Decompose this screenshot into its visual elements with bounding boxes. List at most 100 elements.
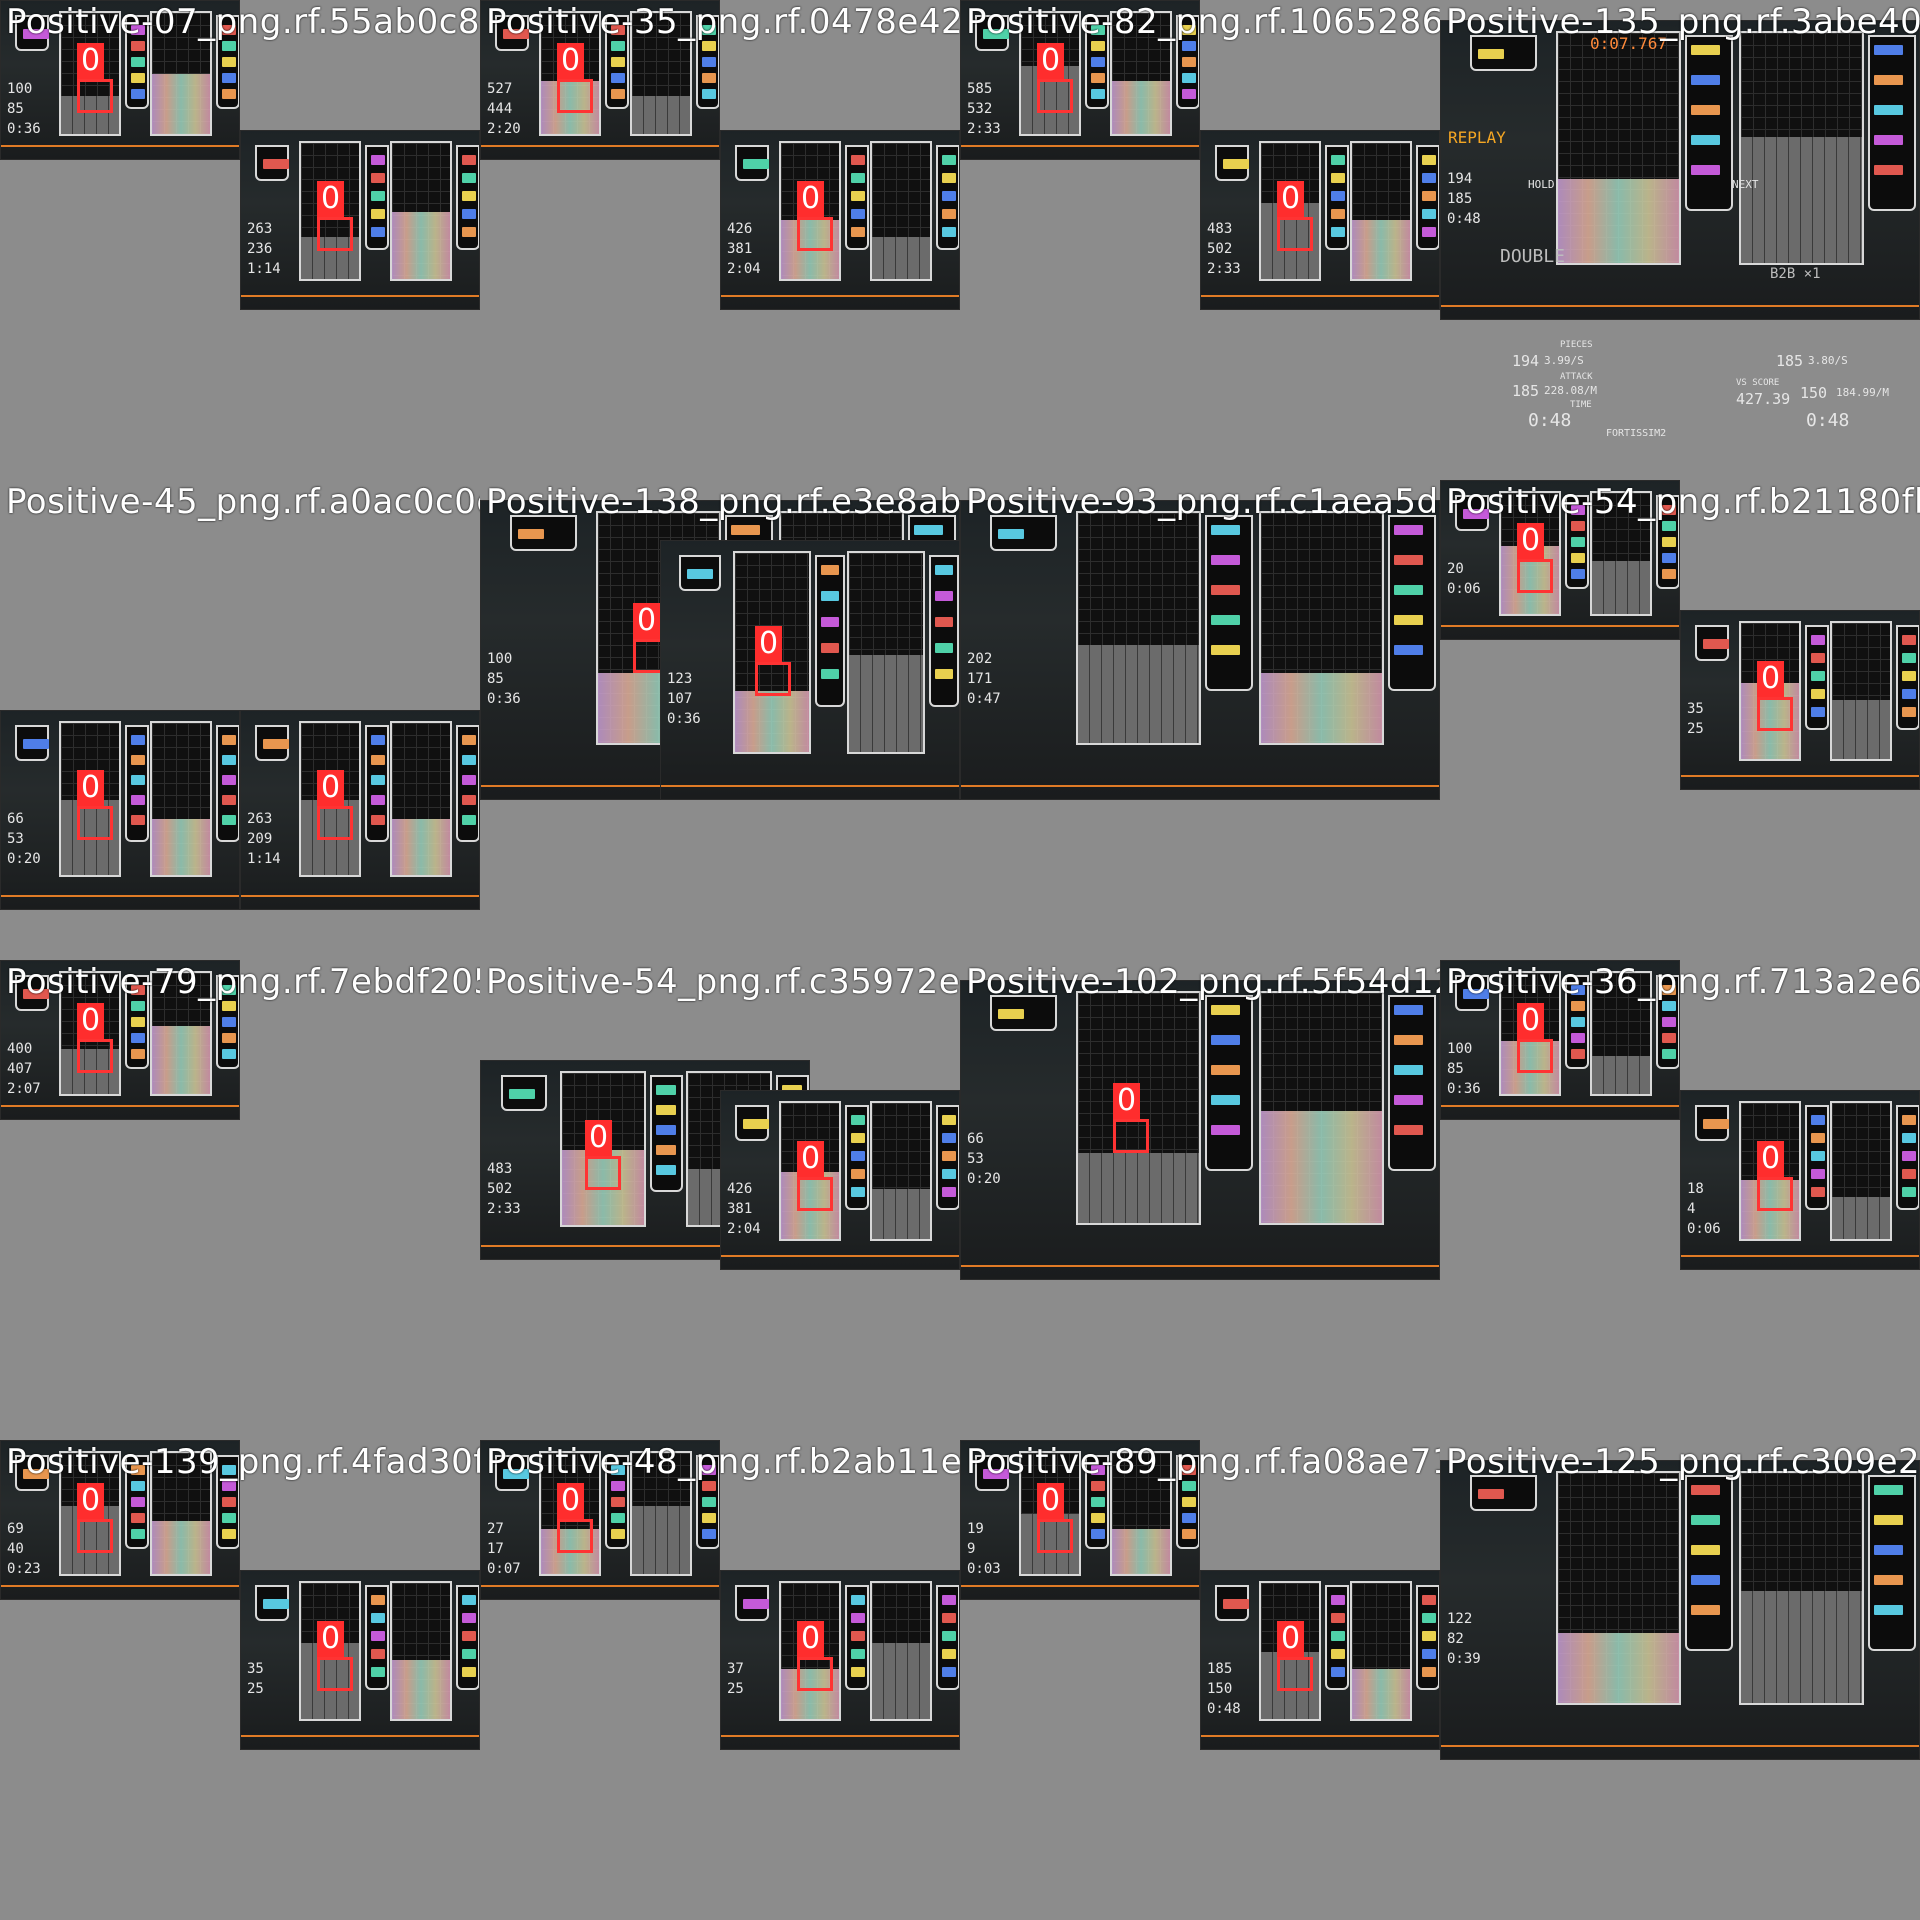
detection-box[interactable] bbox=[317, 217, 353, 251]
detection-class-label: 0 bbox=[1757, 661, 1785, 697]
stat-value: 100 bbox=[1447, 1041, 1473, 1057]
hud-time-label: TIME bbox=[1570, 400, 1592, 410]
game-screenshot: 263 236 1:14 bbox=[240, 130, 480, 310]
queued-piece bbox=[462, 191, 476, 201]
hud-right-pieces: 185 bbox=[1776, 352, 1804, 370]
detection-box[interactable] bbox=[1113, 1119, 1149, 1153]
detection-box[interactable] bbox=[317, 1657, 353, 1691]
hold-box bbox=[1215, 1585, 1249, 1621]
queued-piece bbox=[462, 1649, 476, 1659]
garbage-stack bbox=[872, 1643, 930, 1719]
detection-box[interactable] bbox=[1277, 217, 1313, 251]
tetris-board bbox=[847, 551, 925, 754]
stat-value: 85 bbox=[487, 671, 504, 687]
stat-value: 53 bbox=[967, 1151, 984, 1167]
image-tile[interactable]: Positive-82_png.rf.1065286 585 532 2:33 0 483… bbox=[960, 0, 1440, 480]
queued-piece bbox=[702, 1513, 716, 1523]
detection-box[interactable] bbox=[797, 1657, 833, 1691]
orange-divider bbox=[241, 1735, 479, 1737]
image-tile[interactable]: Positive-45_png.rf.a0ac0c0c 66 53 0:20 0 263 2… bbox=[0, 480, 480, 960]
detection-box[interactable] bbox=[1037, 1519, 1073, 1553]
queued-piece bbox=[935, 591, 953, 601]
detection-box[interactable] bbox=[77, 1519, 113, 1553]
detection-box[interactable] bbox=[797, 1177, 833, 1211]
held-piece bbox=[1223, 1599, 1249, 1609]
detection-box[interactable] bbox=[557, 1519, 593, 1553]
detection-box[interactable] bbox=[1277, 1657, 1313, 1691]
stat-value: 2:20 bbox=[487, 121, 521, 137]
queued-piece bbox=[1691, 45, 1720, 55]
orange-divider bbox=[721, 1255, 959, 1257]
detection-box[interactable] bbox=[797, 217, 833, 251]
hold-box bbox=[255, 145, 289, 181]
image-tile[interactable]: Positive-102_png.rf.5f54d12 66 53 0:20 0 bbox=[960, 960, 1440, 1440]
detection-box[interactable] bbox=[585, 1156, 621, 1190]
image-tile[interactable]: Positive-48_png.rf.b2ab11e8 27 17 0:07 0 37 25… bbox=[480, 1440, 960, 1920]
queued-piece bbox=[222, 775, 236, 785]
stat-value: 69 bbox=[7, 1521, 24, 1537]
held-piece bbox=[1223, 159, 1249, 169]
tetris-board bbox=[870, 141, 932, 281]
image-tile[interactable]: Positive-35_png.rf.0478e42 527 444 2:20 0 426… bbox=[480, 0, 960, 480]
queued-piece bbox=[611, 57, 625, 67]
image-tile[interactable]: Positive-93_png.rf.c1aea5d8 202 171 0:47 bbox=[960, 480, 1440, 960]
queued-piece bbox=[1902, 689, 1916, 699]
stat-value: 0:48 bbox=[1207, 1701, 1241, 1717]
image-tile[interactable]: Positive-135_png.rf.3abe40 194 185 0:48 0:07… bbox=[1440, 0, 1920, 480]
image-tile[interactable]: Positive-36_png.rf.713a2e6 100 85 0:36 0 18 4 0… bbox=[1440, 960, 1920, 1440]
queued-piece bbox=[131, 775, 145, 785]
tile-filename: Positive-93_png.rf.c1aea5d8 bbox=[966, 482, 1440, 522]
queued-piece bbox=[851, 1115, 865, 1125]
garbage-stack bbox=[872, 1189, 930, 1239]
stat-value: 0:23 bbox=[7, 1561, 41, 1577]
queued-piece bbox=[1902, 635, 1916, 645]
tetris-board bbox=[1739, 31, 1864, 265]
image-tile[interactable]: Positive-139_png.rf.4fad30f8 69 40 0:23 0 35 2… bbox=[0, 1440, 480, 1920]
image-tile[interactable]: Positive-125_png.rf.c309e28 122 82 0:39 bbox=[1440, 1440, 1920, 1920]
queued-piece bbox=[1422, 155, 1436, 165]
next-queue bbox=[1205, 995, 1253, 1171]
stat-value: 502 bbox=[487, 1181, 513, 1197]
stat-value: 0:36 bbox=[487, 691, 521, 707]
held-piece bbox=[263, 739, 289, 749]
image-tile[interactable]: Positive-54_png.rf.c35972e6 483 502 2:33 0 42… bbox=[480, 960, 960, 1440]
detection-box[interactable] bbox=[557, 79, 593, 113]
hud-left-pieces: 194 bbox=[1512, 352, 1540, 370]
queued-piece bbox=[1691, 135, 1720, 145]
tetris-board bbox=[1350, 141, 1412, 281]
queued-piece bbox=[1902, 1115, 1916, 1125]
queued-piece bbox=[942, 209, 956, 219]
queued-piece bbox=[1211, 1065, 1240, 1075]
detection-box[interactable] bbox=[1757, 697, 1793, 731]
detection-box[interactable] bbox=[1037, 79, 1073, 113]
queued-piece bbox=[1091, 89, 1105, 99]
next-queue bbox=[1685, 1475, 1733, 1651]
detection-box[interactable] bbox=[755, 662, 791, 696]
detection-box[interactable] bbox=[77, 79, 113, 113]
image-tile[interactable]: Positive-54_png.rf.b21180fb 20 0:06 0 35 25 0 bbox=[1440, 480, 1920, 960]
queued-piece bbox=[1211, 555, 1240, 565]
queued-piece bbox=[611, 73, 625, 83]
detection-box[interactable] bbox=[1517, 1039, 1553, 1073]
tetris-board bbox=[150, 721, 212, 877]
queued-piece bbox=[371, 173, 385, 183]
queued-piece bbox=[1811, 1133, 1825, 1143]
queued-piece bbox=[1874, 1515, 1903, 1525]
queued-piece bbox=[371, 795, 385, 805]
held-piece bbox=[998, 529, 1024, 539]
queued-piece bbox=[222, 735, 236, 745]
queued-piece bbox=[1874, 45, 1903, 55]
queued-piece bbox=[1394, 1035, 1423, 1045]
hold-box bbox=[1695, 1105, 1729, 1141]
image-tile[interactable]: Positive-89_png.rf.fa08ae71 19 9 0:03 0 185 15… bbox=[960, 1440, 1440, 1920]
tile-filename: Positive-125_png.rf.c309e28 bbox=[1446, 1442, 1920, 1482]
detection-box[interactable] bbox=[1517, 559, 1553, 593]
detection-box[interactable] bbox=[317, 806, 353, 840]
image-tile[interactable]: Positive-138_png.rf.e3e8aba0 100 85 0:36 0 12… bbox=[480, 480, 960, 960]
detection-box[interactable] bbox=[1757, 1177, 1793, 1211]
held-piece bbox=[743, 1119, 769, 1129]
detection-box[interactable] bbox=[77, 806, 113, 840]
image-tile[interactable]: Positive-79_png.rf.7ebdf205 400 407 2:07 0 bbox=[0, 960, 480, 1440]
image-tile[interactable]: Positive-07_png.rf.55ab0c87 100 85 0:36 0 263… bbox=[0, 0, 480, 480]
detection-box[interactable] bbox=[77, 1039, 113, 1073]
